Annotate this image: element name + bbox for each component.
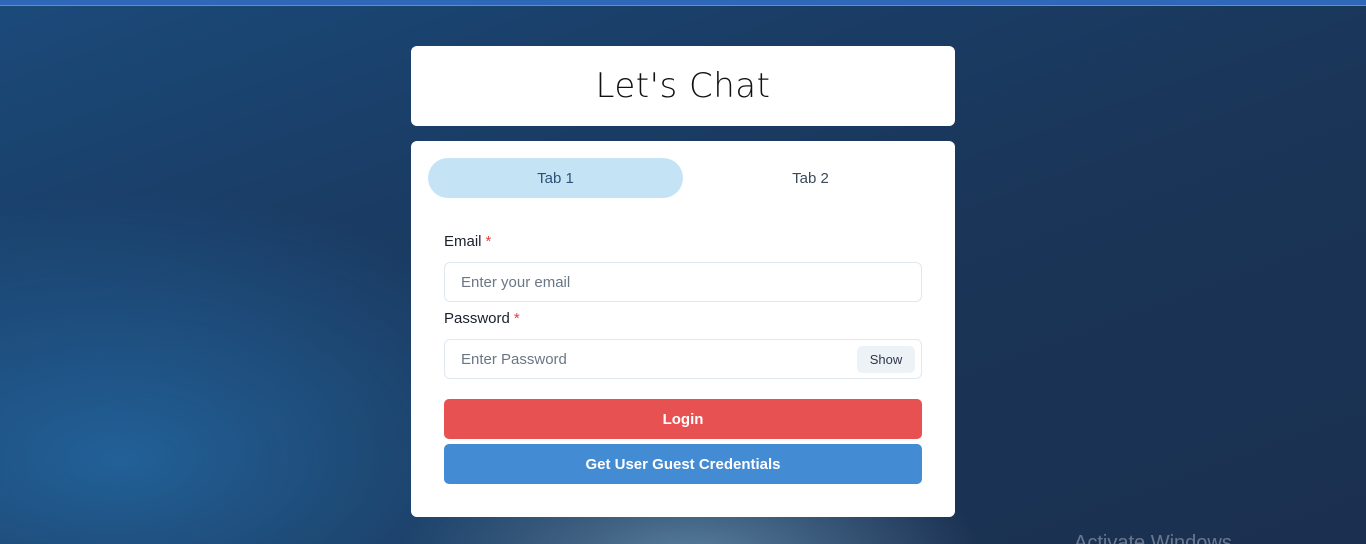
app-title: Let's Chat xyxy=(595,66,771,106)
password-label-text: Password xyxy=(444,310,510,327)
email-field-wrapper xyxy=(444,262,922,302)
email-required-mark: * xyxy=(485,233,492,250)
tab-1[interactable]: Tab 1 xyxy=(428,158,683,198)
password-field-wrapper: Show xyxy=(444,339,922,379)
guest-credentials-button[interactable]: Get User Guest Credentials xyxy=(444,444,922,484)
login-button[interactable]: Login xyxy=(444,399,922,439)
password-input[interactable] xyxy=(445,340,921,378)
email-input[interactable] xyxy=(445,263,921,301)
email-label: Email * xyxy=(444,233,491,250)
show-password-button[interactable]: Show xyxy=(857,346,915,373)
top-strip xyxy=(0,0,1366,6)
password-label: Password * xyxy=(444,310,520,327)
tab-bar: Tab 1 Tab 2 xyxy=(428,158,938,198)
login-card: Tab 1 Tab 2 Email* Password* Show Login … xyxy=(411,141,955,517)
header-card: Let's Chat xyxy=(411,46,955,126)
activate-windows-watermark: Activate Windows xyxy=(1074,532,1232,544)
tab-2[interactable]: Tab 2 xyxy=(683,158,938,198)
password-required-mark: * xyxy=(513,310,520,327)
email-label-text: Email xyxy=(444,233,482,250)
